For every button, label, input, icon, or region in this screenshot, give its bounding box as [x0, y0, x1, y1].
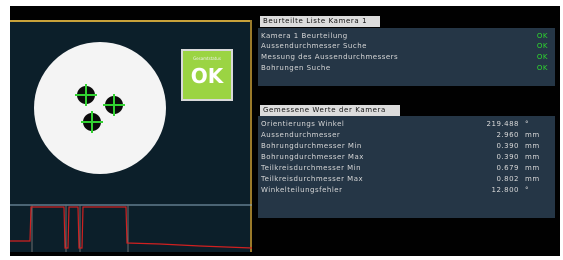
rating-row-label: Aussendurchmesser Suche [261, 42, 367, 50]
rating-row-status: OK [536, 64, 548, 72]
measurement-row: Bohrungdurchmesser Max 0.390 mm [261, 153, 552, 162]
bore-hole [103, 94, 125, 116]
rating-list-panel: Kamera 1 Beurteilung OK Aussendurchmesse… [258, 28, 555, 86]
measurement-value: 0.390 [496, 153, 519, 161]
bore-marker-vertical [91, 111, 93, 133]
measurement-row: Orientierungs Winkel 219.488 ° [261, 120, 552, 129]
bore-hole [81, 111, 103, 133]
measurement-unit: mm [525, 164, 540, 172]
measurement-unit: mm [525, 175, 540, 183]
overall-status-label: OK [190, 64, 224, 88]
measurement-label: Aussendurchmesser [261, 131, 341, 139]
rating-row-label: Messung des Aussendurchmessers [261, 53, 399, 61]
bore-marker-vertical [113, 94, 115, 116]
measurement-unit: ° [525, 120, 529, 128]
overall-status-badge: Gesamtstatus OK [181, 49, 233, 101]
measurement-row: Winkelteilungsfehler 12.800 ° [261, 186, 552, 195]
measurement-row: Aussendurchmesser 2.960 mm [261, 131, 552, 140]
rating-row-status: OK [536, 32, 548, 40]
measured-values-title: Gemessene Werte der Kamera [260, 105, 400, 116]
measurement-label: Orientierungs Winkel [261, 120, 345, 128]
rating-row: Aussendurchmesser Suche OK [261, 42, 552, 51]
measurement-value: 219.488 [486, 120, 519, 128]
camera-view: Gesamtstatus OK [10, 20, 252, 252]
rating-row-label: Bohrungen Suche [261, 64, 331, 72]
measurement-unit: mm [525, 131, 540, 139]
measurement-value: 0.679 [496, 164, 519, 172]
camera-view-border-top [10, 20, 252, 22]
measurement-value: 12.800 [491, 186, 519, 194]
rating-row-status: OK [536, 53, 548, 61]
measurement-row: Bohrungdurchmesser Min 0.390 mm [261, 142, 552, 151]
rating-list-title: Beurteilte Liste Kamera 1 [260, 16, 380, 27]
inspection-screen: Gesamtstatus OK Beurteilte Liste Kamera … [10, 6, 560, 256]
measurement-label: Winkelteilungsfehler [261, 186, 343, 194]
measurement-label: Bohrungdurchmesser Min [261, 142, 362, 150]
measured-values-panel: Orientierungs Winkel 219.488 ° Aussendur… [258, 116, 555, 218]
intensity-profile-graph [10, 204, 252, 252]
bore-hole [75, 84, 97, 106]
measurement-label: Bohrungdurchmesser Max [261, 153, 364, 161]
measurement-label: Teilkreisdurchmesser Min [261, 164, 362, 172]
rating-row: Messung des Aussendurchmessers OK [261, 53, 552, 62]
measurement-unit: mm [525, 153, 540, 161]
inspected-part-disk [34, 42, 166, 174]
overall-status-sublabel: Gesamtstatus [193, 56, 221, 61]
bore-marker-vertical [85, 84, 87, 106]
rating-row-status: OK [536, 42, 548, 50]
measurement-value: 0.390 [496, 142, 519, 150]
rating-row: Bohrungen Suche OK [261, 64, 552, 73]
measurement-row: Teilkreisdurchmesser Max 0.802 mm [261, 175, 552, 184]
measurement-unit: mm [525, 142, 540, 150]
measurement-value: 0.802 [496, 175, 519, 183]
intensity-profile-line [10, 206, 252, 249]
measurement-value: 2.960 [496, 131, 519, 139]
rating-row: Kamera 1 Beurteilung OK [261, 32, 552, 41]
measurement-unit: ° [525, 186, 529, 194]
rating-row-label: Kamera 1 Beurteilung [261, 32, 348, 40]
measurement-label: Teilkreisdurchmesser Max [261, 175, 364, 183]
measurement-row: Teilkreisdurchmesser Min 0.679 mm [261, 164, 552, 173]
